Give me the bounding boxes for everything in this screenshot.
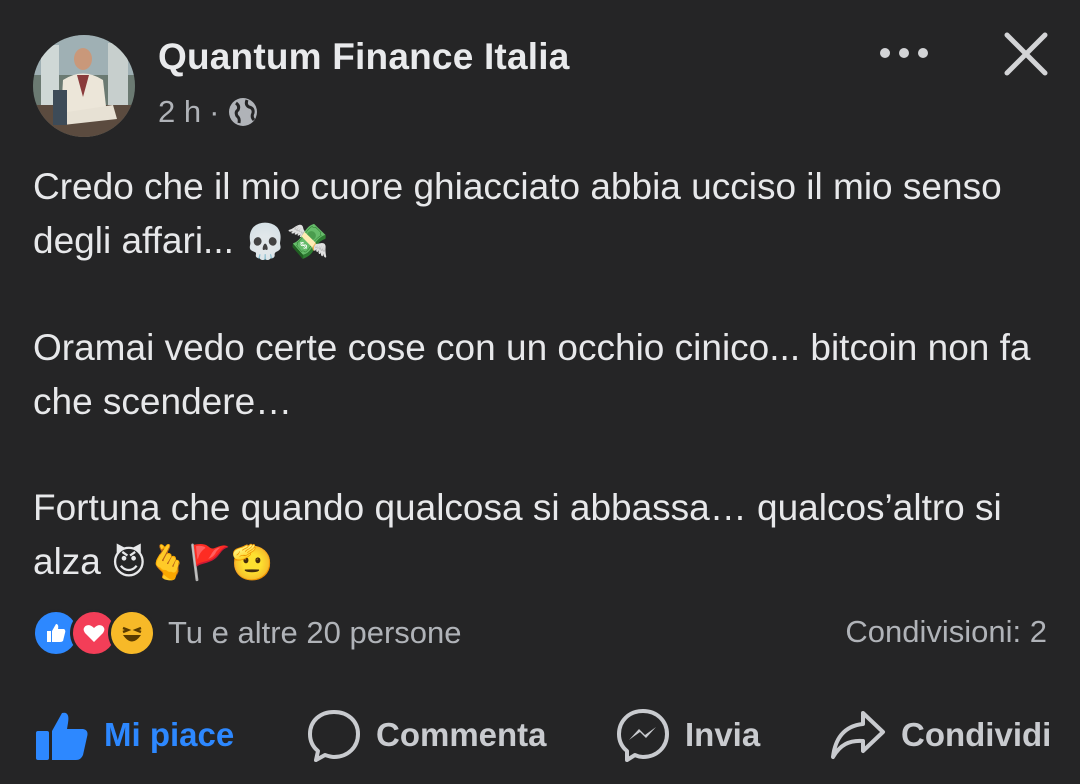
author-name[interactable]: Quantum Finance Italia	[158, 36, 569, 78]
post-body: Credo che il mio cuore ghiacciato abbia …	[33, 160, 1053, 590]
share-count[interactable]: Condivisioni: 2	[845, 614, 1047, 650]
like-button[interactable]: Mi piace	[34, 700, 234, 770]
post-paragraph-2: Oramai vedo certe cose con un occhio cin…	[33, 321, 1053, 429]
reactions-summary[interactable]: Tu e altre 20 persone	[32, 609, 462, 657]
send-label: Invia	[685, 716, 761, 753]
thumbs-up-icon	[36, 712, 88, 760]
meta-separator: ·	[209, 94, 220, 129]
comment-icon	[308, 710, 360, 762]
messenger-icon	[617, 709, 669, 762]
more-options-icon[interactable]	[878, 38, 930, 68]
close-icon[interactable]	[1003, 31, 1049, 77]
post-meta: 2 h ·	[158, 94, 259, 130]
post-paragraph-1: Credo che il mio cuore ghiacciato abbia …	[33, 160, 1053, 269]
comment-label: Commenta	[376, 716, 547, 753]
post-time[interactable]: 2 h	[158, 94, 201, 130]
post-emoji-3: 😈🫰🚩🫡	[111, 543, 274, 583]
post-emoji-1: 💀💸	[244, 222, 329, 262]
share-label: Condividi	[901, 716, 1052, 753]
globe-icon	[229, 98, 258, 126]
post-paragraph-3: Fortuna che quando qualcosa si abbassa… …	[33, 481, 1053, 590]
share-icon	[831, 711, 885, 759]
like-label: Mi piace	[104, 716, 235, 753]
send-button[interactable]: Invia	[615, 700, 760, 770]
author-avatar[interactable]	[33, 35, 135, 137]
share-button[interactable]: Condividi	[829, 700, 1051, 770]
action-bar: Mi piace Commenta Invia Condividi	[0, 700, 1080, 770]
post-text-2: Oramai vedo certe cose con un occhio cin…	[33, 327, 1031, 422]
reactions-text[interactable]: Tu e altre 20 persone	[168, 615, 462, 651]
comment-button[interactable]: Commenta	[306, 700, 547, 770]
haha-icon	[108, 609, 156, 657]
post-text-1: Credo che il mio cuore ghiacciato abbia …	[33, 166, 1002, 261]
avatar-image	[33, 35, 135, 137]
